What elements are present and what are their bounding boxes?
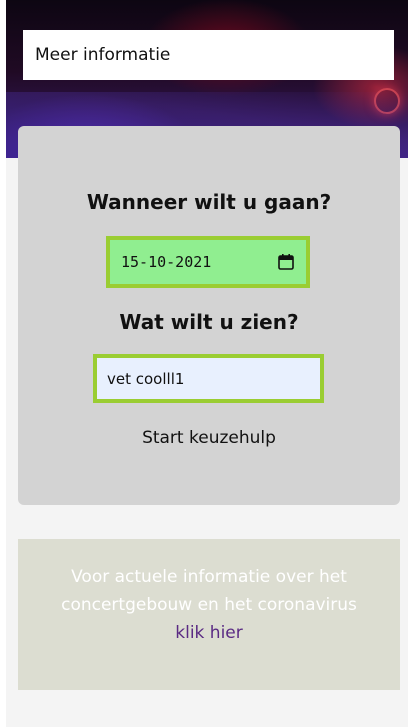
corona-info-text: Voor actuele informatie over het concert… — [42, 563, 376, 647]
corona-info-panel: Voor actuele informatie over het concert… — [18, 539, 400, 690]
date-question-heading: Wanneer wilt u gaan? — [86, 190, 332, 214]
date-input-value: 15-10-2021 — [121, 253, 212, 271]
start-keuzehulp-button[interactable]: Start keuzehulp — [18, 428, 400, 448]
stage-light-decoration — [374, 88, 400, 114]
what-question-heading: Wat wilt u zien? — [119, 310, 299, 334]
calendar-icon[interactable] — [278, 254, 294, 270]
what-input-value: vet coolll1 — [107, 369, 185, 388]
more-info-button[interactable]: Meer informatie — [23, 30, 394, 80]
what-input[interactable]: vet coolll1 — [93, 354, 324, 403]
search-panel: Wanneer wilt u gaan? 15-10-2021 Wat wilt… — [18, 126, 400, 505]
corona-info-message: Voor actuele informatie over het concert… — [61, 567, 357, 615]
corona-info-link[interactable]: klik hier — [175, 623, 243, 643]
date-input[interactable]: 15-10-2021 — [106, 236, 310, 288]
